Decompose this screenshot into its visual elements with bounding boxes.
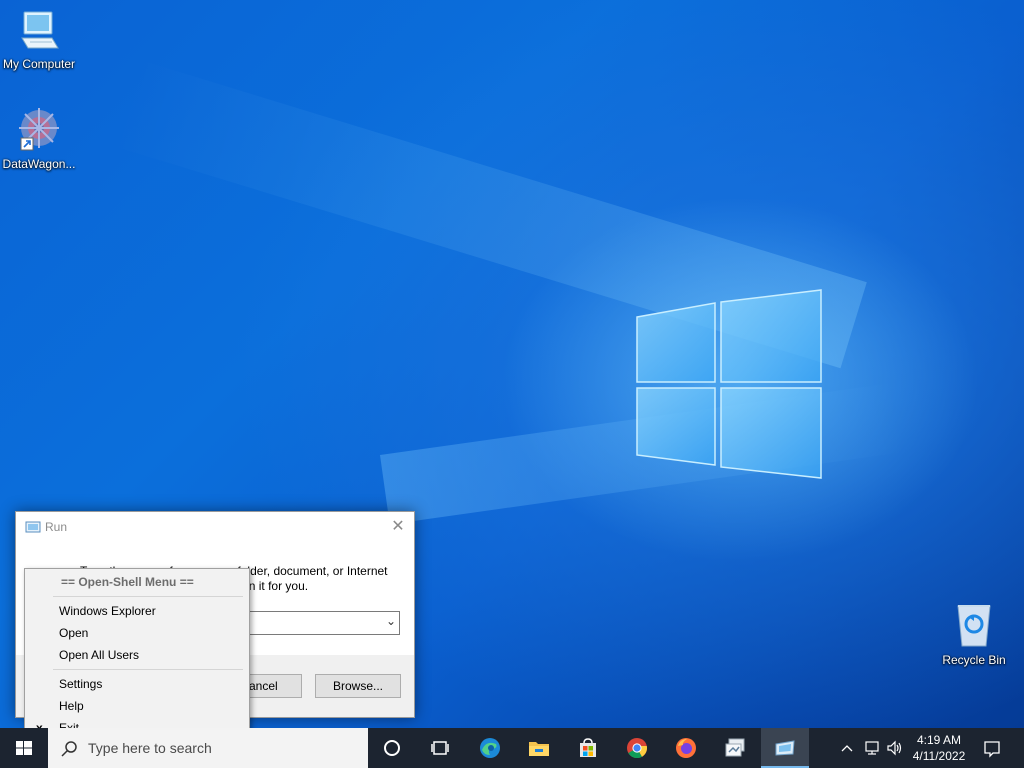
cortana-button[interactable] — [368, 728, 416, 768]
menu-separator — [53, 669, 243, 670]
menu-item-windows-explorer[interactable]: Windows Explorer — [25, 600, 249, 622]
clock-date: 4/11/2022 — [912, 749, 966, 763]
firefox-icon — [676, 738, 696, 758]
menu-item-help[interactable]: Help — [25, 695, 249, 717]
run-taskbar-button[interactable] — [761, 728, 809, 768]
desktop-icon-label: Recycle Bin — [942, 653, 1006, 667]
menu-item-settings[interactable]: Settings — [25, 673, 249, 695]
datawagon-icon — [19, 108, 59, 151]
browse-button-label: Browse... — [332, 679, 383, 693]
windows-logo-wallpaper — [636, 289, 822, 479]
menu-separator — [53, 596, 243, 597]
tray-overflow-button[interactable] — [836, 728, 858, 768]
network-icon — [865, 741, 879, 755]
taskbar: Type here to search 4:19 AM 4/11/2022 — [0, 728, 1024, 768]
notification-icon — [984, 741, 1000, 758]
chrome-button[interactable] — [613, 728, 661, 768]
computer-icon — [21, 11, 59, 49]
taskbar-clock[interactable]: 4:19 AM 4/11/2022 — [908, 732, 970, 764]
taskbar-search-box[interactable]: Type here to search — [48, 728, 368, 768]
clock-time: 4:19 AM — [916, 733, 962, 747]
context-menu-header: == Open-Shell Menu == — [61, 575, 194, 589]
file-explorer-button[interactable] — [515, 728, 563, 768]
windows-start-icon — [16, 741, 32, 755]
task-view-button[interactable] — [416, 728, 464, 768]
network-tray-button[interactable] — [860, 728, 882, 768]
desktop-icon-datawagon[interactable]: DataWagon... — [1, 106, 77, 171]
menu-item-open-all-users[interactable]: Open All Users — [25, 644, 249, 666]
search-placeholder: Type here to search — [88, 740, 212, 756]
volume-icon — [887, 740, 902, 756]
store-button[interactable] — [564, 728, 612, 768]
task-view-icon — [431, 741, 449, 755]
remote-app-button[interactable] — [711, 728, 759, 768]
chevron-up-icon — [841, 745, 853, 752]
edge-icon — [480, 738, 500, 758]
menu-item-open[interactable]: Open — [25, 622, 249, 644]
firefox-button[interactable] — [662, 728, 710, 768]
store-icon — [580, 738, 596, 757]
remote-app-icon — [725, 738, 745, 757]
desktop-icon-my-computer[interactable]: My Computer — [1, 8, 77, 71]
cortana-icon — [384, 740, 400, 756]
run-icon — [775, 740, 795, 756]
desktop-icon-label: My Computer — [2, 57, 76, 71]
run-dialog-titlebar[interactable]: Run ✕ — [16, 512, 414, 542]
search-icon — [61, 741, 77, 757]
close-icon: ✕ — [391, 518, 405, 535]
chrome-icon — [627, 738, 648, 759]
run-icon — [25, 521, 41, 533]
browse-button[interactable]: Browse... — [315, 674, 401, 698]
edge-button[interactable] — [466, 728, 514, 768]
close-button[interactable]: ✕ — [388, 517, 408, 537]
chevron-down-icon[interactable]: ⌄ — [386, 614, 396, 628]
action-center-button[interactable] — [980, 728, 1004, 768]
file-explorer-icon — [529, 742, 549, 756]
desktop-icon-label: DataWagon... — [2, 157, 76, 171]
open-shell-context-menu: == Open-Shell Menu == Windows Explorer O… — [24, 568, 250, 742]
recycle-bin-icon — [957, 605, 991, 647]
run-dialog-title: Run — [45, 520, 68, 534]
start-button[interactable] — [0, 728, 48, 768]
volume-tray-button[interactable] — [883, 728, 905, 768]
desktop-icon-recycle-bin[interactable]: Recycle Bin — [936, 602, 1012, 667]
